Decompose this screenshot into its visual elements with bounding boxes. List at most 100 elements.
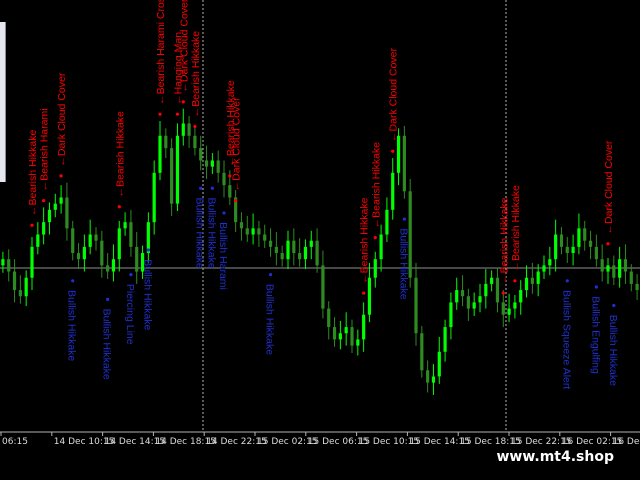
candle-body [530,277,534,284]
candle-body [321,265,325,309]
candle-body [210,160,214,167]
candle-body [350,327,354,346]
candle-body [629,271,633,284]
candle-body [36,234,40,247]
candle-body [327,308,331,328]
candle-body [309,240,313,247]
candle-body [524,277,529,291]
bearish-marker [501,291,505,295]
candle-body [193,135,197,149]
candle-body [47,209,52,223]
candle-body [472,302,476,309]
candle-body [490,277,494,284]
bullish-pattern-label: Bullish Harami [217,222,229,290]
candle-body [623,259,628,272]
candle-body [170,148,174,204]
candle-body [286,240,290,260]
bearish-marker [606,242,610,246]
bearish-marker [391,149,395,153]
bearish-pattern-label: ←Dark Cloud Cover [603,140,615,234]
candle-body [344,327,348,334]
bullish-marker [146,248,150,252]
bearish-marker [513,279,517,283]
candle-body [606,265,610,272]
bearish-pattern-label: ←Dark Cloud Cover [178,0,190,93]
candle-body [239,222,244,229]
candle-body [18,290,22,297]
candle-body [379,234,383,260]
candle-body [513,302,517,309]
candle-body [431,376,436,383]
candle-body [82,246,86,260]
candle-body [466,296,470,309]
bearish-marker [373,236,377,240]
candle-body [135,246,139,272]
bullish-pattern-label: Bullish Hikkake [205,197,217,268]
bullish-pattern-label: Bullish Hikkake [141,259,153,330]
bearish-pattern-label: ←Bearish Harami [39,108,51,191]
candle-body [443,327,447,352]
bullish-pattern-label: Bullish Hikkake [194,197,206,268]
candle-body [94,234,98,241]
candle-body [507,308,511,315]
bearish-pattern-label: ←Bearish Hikkake [27,129,39,216]
side-panel-edge [0,22,6,182]
candle-body [548,259,552,266]
candle-body [1,259,5,266]
candle-body [42,222,46,235]
bullish-pattern-label: Bullish Hikkake [101,309,113,380]
candle-body [53,203,57,210]
bearish-marker [42,198,46,203]
candle-body [280,253,284,260]
candle-body [59,197,63,204]
candle-body [129,222,133,247]
bullish-marker [268,273,273,277]
candle-body [414,277,418,334]
candle-body [204,160,209,167]
candle-body [88,234,92,247]
candle-body [356,339,360,346]
bullish-marker [594,285,598,289]
bullish-marker [106,297,110,301]
candle-body [263,234,267,241]
candle-body [484,283,488,297]
bullish-pattern-label: Piercing Line [124,284,136,345]
bearish-pattern-label: ←Dark Cloud Cover [388,47,400,141]
bearish-marker [193,124,197,129]
bearish-marker [30,223,34,227]
candle-body [251,228,255,235]
candle-body [542,265,546,272]
candle-body [123,222,127,229]
candlestick-chart[interactable]: ←Bearish Hikkake ←Bearish Harami ←Dark Clo… [0,0,640,480]
bearish-pattern-label: ←Dark Cloud Cover [56,72,68,166]
bearish-pattern-label: ←Bearish Hikkake [498,197,510,284]
candle-body [460,290,465,297]
bearish-pattern-label: ←Dark Cloud Cover [231,97,243,191]
candle-body [612,265,616,278]
candle-body [175,135,180,204]
bearish-pattern-label: ←Bearish Hikkake [359,197,371,284]
candle-body [571,246,575,254]
candle-body [536,271,540,284]
candle-body [565,246,569,254]
candle-body [315,240,319,266]
candle-body [268,240,273,247]
candle-body [100,240,104,266]
bullish-marker [210,186,214,190]
candle-body [583,228,587,241]
candle-body [199,148,203,161]
candle-body [7,259,11,272]
candle-body [222,172,226,186]
candle-body [373,259,377,278]
bullish-pattern-label: Bullish Hikkake [607,315,619,386]
candle-body [385,209,389,235]
bullish-marker [71,279,75,283]
bearish-pattern-label: ←Bearish Harami Cross [155,0,167,105]
candle-body [449,302,453,328]
bullish-pattern-label: Bullish Hikkake [397,228,409,299]
candle-body [152,172,156,223]
candle-body [437,351,441,377]
candle-body [426,370,430,383]
candle-body [559,234,564,247]
candle-body [12,271,17,291]
